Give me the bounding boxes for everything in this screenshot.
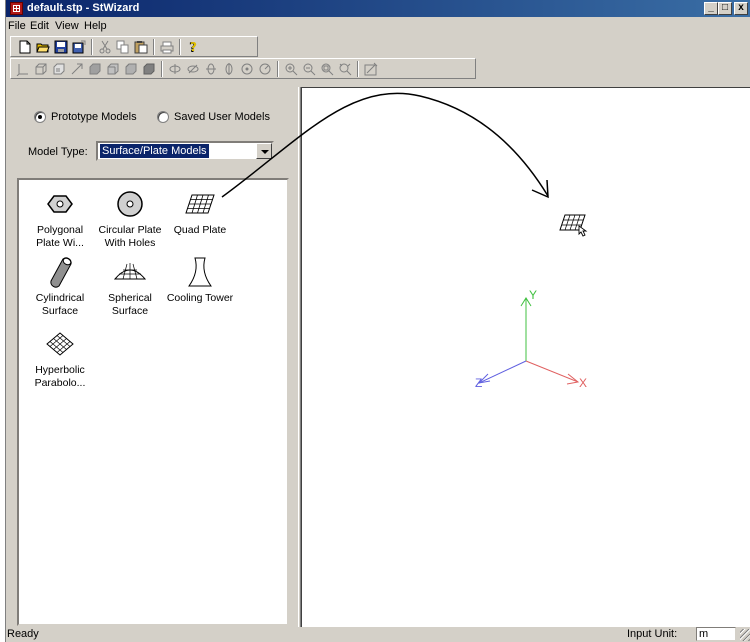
status-text: Ready [7,628,39,640]
status-bar: Ready Input Unit: m [6,627,750,642]
saved-user-models-radio[interactable]: Saved User Models [157,111,270,123]
model-type-value: Surface/Plate Models [100,144,209,158]
close-button[interactable]: x [734,2,748,15]
move-icon[interactable] [69,61,85,77]
solid-view-icon[interactable] [141,61,157,77]
minimize-button[interactable]: _ [704,2,718,15]
prototype-models-label: Prototype Models [51,111,137,123]
y-axis-label: Y [529,288,537,302]
model-item-cooling-tower[interactable]: Cooling Tower [165,256,235,305]
window-title: default.stp - StWizard [27,2,140,14]
model-item-polygonal-plate[interactable]: Polygonal Plate Wi... [25,188,95,250]
z-axis-line [478,360,527,384]
model-type-label: Model Type: [28,146,88,158]
chevron-down-icon[interactable] [256,143,272,159]
new-icon[interactable] [17,39,33,55]
axis-triad: Y X Z [475,288,587,390]
menu-bar: File Edit View Help [6,18,750,35]
save-as-icon[interactable] [71,39,87,55]
help-icon[interactable]: ?? [185,39,201,55]
svg-text:?: ? [190,40,197,54]
side-view-icon[interactable] [105,61,121,77]
hyperbolic-paraboloid-icon [25,328,95,360]
cylindrical-surface-icon [25,256,95,288]
box-view-icon[interactable] [33,61,49,77]
rotate-zz-icon[interactable] [221,61,237,77]
model-list[interactable]: Polygonal Plate Wi... Circular Plate Wit… [17,178,289,626]
model-label: Spherical Surface [108,292,152,317]
model-view-canvas[interactable]: Y X Z [301,87,750,627]
x-axis-label: X [579,376,587,390]
open-icon[interactable] [35,39,51,55]
rotate-z-icon[interactable] [203,61,219,77]
menu-help[interactable]: Help [84,20,107,32]
model-item-cylindrical-surface[interactable]: Cylindrical Surface [25,256,95,318]
app-icon [10,2,23,15]
model-label: Polygonal Plate Wi... [36,224,84,249]
menu-view[interactable]: View [55,20,79,32]
model-item-hyperbolic-paraboloid[interactable]: Hyperbolic Parabolo... [25,328,95,390]
circular-plate-icon [95,188,165,220]
print-icon[interactable] [159,39,175,55]
input-unit-label: Input Unit: [627,628,678,640]
model-label: Cylindrical Surface [35,292,85,317]
model-label: Hyperbolic Parabolo... [34,364,86,389]
title-bar[interactable]: default.stp - StWizard _ □ x [6,0,750,17]
axis-icon[interactable] [15,61,31,77]
maximize-button[interactable]: □ [718,2,732,15]
model-label: Quad Plate [173,224,227,236]
iso-view-icon[interactable] [51,61,67,77]
paste-icon[interactable] [133,39,149,55]
orbit-ccw-icon[interactable] [239,61,255,77]
rotate-y-icon[interactable] [185,61,201,77]
resize-grip-icon[interactable] [740,629,750,641]
view-toolbar [10,58,476,79]
menu-file[interactable]: File [8,20,26,32]
radio-selected-indicator [34,111,46,123]
drag-cursor-icon [559,214,588,237]
save-icon[interactable] [53,39,69,55]
model-item-circular-plate[interactable]: Circular Plate With Holes [95,188,165,250]
cut-icon[interactable] [97,39,113,55]
model-item-quad-plate[interactable]: Quad Plate [165,188,235,237]
model-item-spherical-surface[interactable]: Spherical Surface [95,256,165,318]
radio-unselected-indicator [157,111,169,123]
x-axis-arrowhead [566,373,580,385]
zoom-out-icon[interactable] [301,61,317,77]
x-axis-line [525,360,579,383]
z-axis-label: Z [475,376,482,390]
main-toolbar: ?? [10,36,258,57]
model-label: Circular Plate With Holes [98,224,162,249]
copy-icon[interactable] [115,39,131,55]
zoom-in-icon[interactable] [283,61,299,77]
model-label: Cooling Tower [166,292,234,304]
polygonal-plate-icon [25,188,95,220]
zoom-fit-icon[interactable] [337,61,353,77]
zoom-window-icon[interactable] [319,61,335,77]
render-icon[interactable] [363,61,379,77]
cooling-tower-icon [165,256,235,288]
input-unit-field[interactable]: m [696,627,736,641]
window-left-edge [0,0,6,642]
saved-user-models-label: Saved User Models [174,111,270,123]
model-type-select[interactable]: Surface/Plate Models [96,141,274,161]
rotate-x-icon[interactable] [167,61,183,77]
spherical-surface-icon [95,256,165,288]
menu-edit[interactable]: Edit [30,20,49,32]
top-view-icon[interactable] [123,61,139,77]
orbit-cw-icon[interactable] [257,61,273,77]
prototype-models-radio[interactable]: Prototype Models [34,111,137,123]
front-view-icon[interactable] [87,61,103,77]
quad-plate-icon [165,188,235,220]
